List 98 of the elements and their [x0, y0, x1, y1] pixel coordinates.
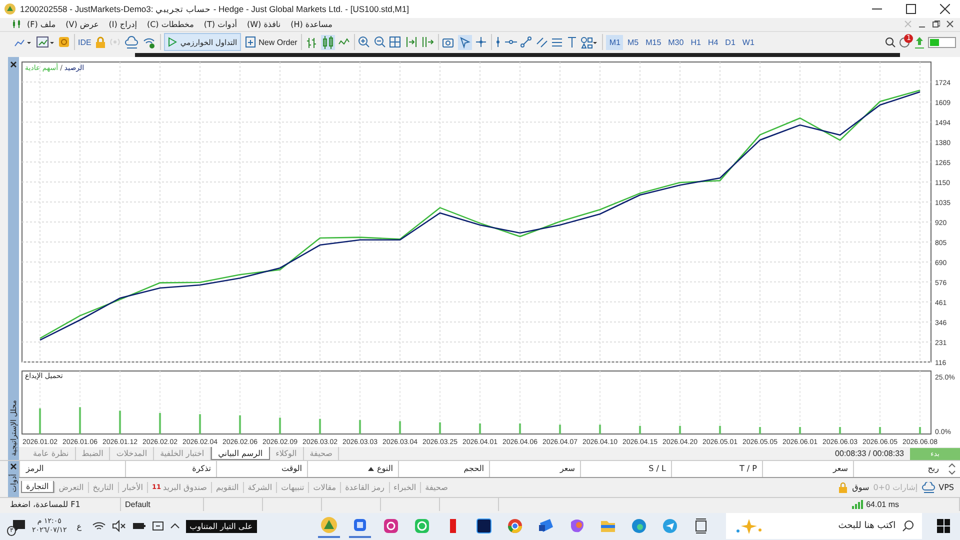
menu-item[interactable]: مساعدة (H): [290, 20, 332, 29]
chart-app-icon[interactable]: [318, 514, 340, 538]
close-icon[interactable]: [10, 463, 17, 470]
toolbox-tab[interactable]: صحيفة: [420, 482, 452, 493]
shift-icon[interactable]: [421, 36, 434, 48]
toolbox-tab[interactable]: رمز القاعدة: [340, 482, 389, 493]
wifi-icon[interactable]: [92, 520, 106, 532]
timeframe-button[interactable]: H4: [704, 34, 722, 50]
ide-button[interactable]: IDE: [78, 38, 92, 47]
menu-item[interactable]: عرض (V): [66, 20, 99, 29]
document-plus-icon: [244, 36, 256, 48]
window-title: 1200202558 - JustMarkets-Demo3: حساب تجريبي - Hedge - Just Global Markets Ltd. - [US100.std,M1]: [20, 4, 409, 14]
timeframe-button[interactable]: M5: [624, 34, 642, 50]
play-icon: [168, 37, 178, 48]
search-icon: [902, 520, 914, 532]
column-header[interactable]: سعر: [762, 461, 853, 477]
speaker-muted-icon[interactable]: [112, 520, 126, 532]
toolbox-tab[interactable]: التجارة: [21, 481, 54, 494]
market-label[interactable]: سوق: [852, 482, 870, 492]
battery-meter-icon: [928, 36, 956, 48]
sparkle-icon: [734, 517, 764, 536]
scroll-icon[interactable]: [404, 36, 418, 48]
lock-icon: [838, 482, 848, 493]
column-header[interactable]: الوقت: [216, 461, 307, 477]
column-header[interactable]: S / L: [580, 461, 671, 477]
column-header[interactable]: ربح: [853, 461, 944, 477]
language-indicator[interactable]: ع: [72, 522, 86, 531]
windows-start-icon[interactable]: [936, 518, 950, 534]
new-order-button[interactable]: New Order: [244, 36, 298, 48]
tester-tab[interactable]: صحيفة: [304, 447, 340, 460]
menu-item[interactable]: ملف (F): [27, 20, 56, 29]
restore-icon[interactable]: [932, 20, 940, 28]
coin-icon[interactable]: [58, 36, 70, 48]
cursor-icon[interactable]: [458, 34, 472, 50]
menu-item[interactable]: نافذة (W): [246, 20, 281, 29]
scroll-arrows-icon[interactable]: [948, 462, 956, 475]
toolbox-tab[interactable]: مقالات: [308, 482, 340, 493]
column-header[interactable]: الرمز: [19, 461, 125, 477]
chat-bubble-icon[interactable]: [12, 519, 26, 534]
crosshair-icon[interactable]: [475, 36, 488, 48]
toolbox-tab[interactable]: تنبيهات: [276, 482, 308, 493]
tester-tab[interactable]: الرسم البياني: [211, 447, 270, 460]
cloud-icon[interactable]: [922, 482, 935, 493]
trend-line-icon[interactable]: [520, 36, 532, 48]
signal-bars-icon: [851, 500, 864, 509]
toolbox-tab[interactable]: الخبراء: [388, 482, 420, 493]
shapes-icon[interactable]: [580, 36, 598, 49]
screen-icon[interactable]: [152, 520, 164, 532]
menu-item[interactable]: إدراج (I): [108, 20, 137, 29]
toolbox-tab[interactable]: التقويم: [210, 482, 243, 493]
close-icon[interactable]: [946, 20, 954, 28]
timeframe-button[interactable]: H1: [688, 34, 704, 50]
column-header[interactable]: T / P: [671, 461, 762, 477]
tooltip: على التيار المتناوب: [186, 520, 256, 533]
timeframe-button[interactable]: M15: [642, 34, 664, 50]
grid-icon[interactable]: [389, 36, 402, 48]
vps-label[interactable]: VPS: [938, 482, 954, 492]
timeframe-button[interactable]: D1: [722, 34, 738, 50]
vertical-line-icon[interactable]: [495, 36, 502, 48]
horizontal-line-icon[interactable]: [504, 39, 517, 46]
search-icon[interactable]: [884, 36, 896, 48]
column-header[interactable]: الحجم: [398, 461, 489, 477]
app-logo-icon: [4, 3, 16, 15]
toolbox-tab[interactable]: الشركة: [242, 482, 276, 493]
monitor-chart-icon[interactable]: [36, 36, 54, 49]
cloud-icon[interactable]: [124, 36, 139, 49]
text-tool-icon[interactable]: [566, 36, 577, 48]
tester-tab[interactable]: الضبط: [76, 447, 110, 460]
close-icon[interactable]: [10, 61, 17, 68]
maximize-icon: [906, 4, 916, 14]
tester-tab[interactable]: نظرة عامة: [27, 447, 76, 460]
bar-chart-icon[interactable]: [305, 36, 318, 49]
column-header[interactable]: النوع: [307, 461, 398, 477]
toolbox-tab[interactable]: التاريخ: [88, 482, 118, 493]
candlestick-icon[interactable]: [320, 34, 335, 50]
menu-item[interactable]: مخططات (C): [146, 20, 194, 29]
wifi-icon[interactable]: [142, 36, 156, 49]
close-icon: [940, 4, 950, 14]
timeframe-button[interactable]: M30: [665, 34, 687, 50]
tester-tab[interactable]: المدخلات: [110, 447, 154, 460]
column-header[interactable]: تذكرة: [125, 461, 216, 477]
search-field[interactable]: اكتب هنا للبحث: [726, 513, 922, 540]
profile-label: Default: [121, 498, 204, 511]
tester-tab[interactable]: اختبار الخلفية: [154, 447, 212, 460]
column-header[interactable]: سعر: [489, 461, 580, 477]
zoom-in-icon[interactable]: [358, 36, 370, 48]
elapsed-time: 00:08:33 / 00:08:33: [835, 449, 905, 458]
timeframe-button[interactable]: M1: [606, 34, 624, 50]
camera-icon[interactable]: [442, 36, 454, 48]
zoom-out-icon[interactable]: [374, 36, 386, 48]
status-help-text: F1 للمساعدة، اضغط: [0, 498, 121, 511]
ping-text: 64.01 ms: [866, 500, 899, 509]
timeframe-button[interactable]: W1: [739, 34, 758, 50]
menu-item[interactable]: أدوات (T): [204, 20, 237, 29]
toolbox-tab[interactable]: الأخبار: [118, 482, 147, 493]
minimize-icon: [872, 8, 882, 10]
candles-icon: [12, 19, 21, 30]
channel-icon[interactable]: [536, 36, 548, 48]
